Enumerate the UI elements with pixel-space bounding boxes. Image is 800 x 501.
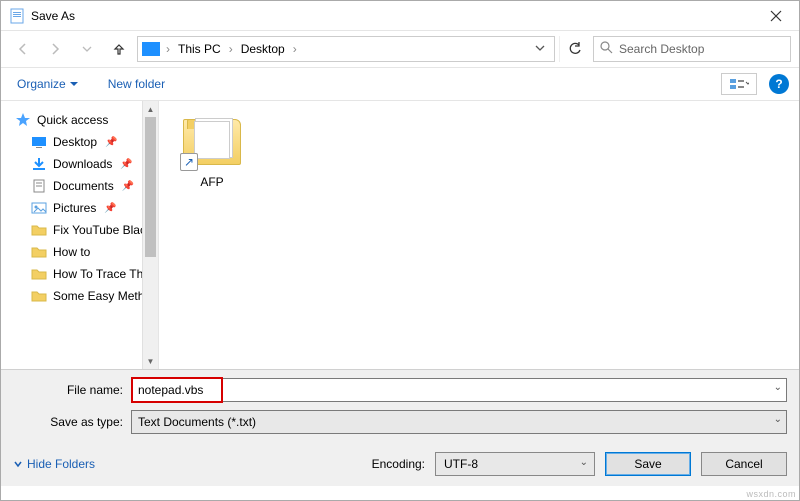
sidebar-item-pictures[interactable]: Pictures📌 [15,197,158,219]
help-button[interactable]: ? [769,74,789,94]
scroll-up[interactable]: ▲ [143,101,158,117]
title-bar: Save As [1,1,799,31]
folder-icon [31,267,47,281]
save-form: File name: notepad.vbs ⌄ Save as type: T… [1,369,799,442]
documents-icon [31,179,47,193]
breadcrumb-desktop[interactable]: Desktop [239,42,287,56]
encoding-value: UTF-8 [444,457,478,471]
up-button[interactable] [105,36,133,62]
pin-icon: 📌 [105,137,117,148]
sidebar-scrollbar[interactable]: ▲ ▼ [142,101,158,369]
scroll-down[interactable]: ▼ [143,353,158,369]
sidebar-item-downloads[interactable]: Downloads📌 [15,153,158,175]
filename-label: File name: [13,383,131,397]
watermark: wsxdn.com [746,489,796,499]
breadcrumb-sep: › [166,42,170,56]
organize-button[interactable]: Organize [11,73,84,95]
refresh-button[interactable] [559,36,589,62]
filename-value: notepad.vbs [138,383,203,397]
shortcut-overlay-icon: ↗ [180,153,198,171]
folder-icon [31,223,47,237]
window-title: Save As [31,9,75,23]
close-button[interactable] [753,1,799,31]
recent-dropdown[interactable] [73,36,101,62]
new-folder-button[interactable]: New folder [102,73,171,95]
breadcrumb-sep: › [229,42,233,56]
file-pane[interactable]: ↗ AFP [159,101,799,369]
pin-icon: 📌 [120,159,132,170]
saveastype-value: Text Documents (*.txt) [138,415,256,429]
star-icon [15,113,31,127]
encoding-combo[interactable]: UTF-8 ⌄ [435,452,595,476]
address-dropdown[interactable] [530,42,550,56]
save-button[interactable]: Save [605,452,691,476]
sidebar-item-folder[interactable]: Some Easy Methods [15,285,158,307]
filename-dropdown-icon[interactable]: ⌄ [774,382,782,393]
saveastype-label: Save as type: [13,415,131,429]
filename-input[interactable]: notepad.vbs ⌄ [131,378,787,402]
toolbar: Organize New folder ? [1,67,799,101]
body: Quick access Desktop📌 Downloads📌 Documen… [1,101,799,369]
encoding-label: Encoding: [372,457,425,471]
breadcrumb-thispc[interactable]: This PC [176,42,223,56]
search-icon [600,41,613,57]
folder-icon-large: ↗ [180,113,244,169]
pin-icon: 📌 [104,203,116,214]
sidebar-item-documents[interactable]: Documents📌 [15,175,158,197]
chevron-down-icon: ⌄ [774,414,782,425]
view-options-button[interactable] [721,73,757,95]
folder-name: AFP [177,175,247,189]
sidebar: Quick access Desktop📌 Downloads📌 Documen… [1,101,159,369]
folder-icon [31,289,47,303]
cancel-button[interactable]: Cancel [701,452,787,476]
scroll-thumb[interactable] [145,117,156,257]
breadcrumb-sep: › [293,42,297,56]
thispc-icon [142,42,160,56]
folder-item[interactable]: ↗ AFP [177,113,247,189]
chevron-down-icon: ⌄ [580,457,588,468]
search-box[interactable]: Search Desktop [593,36,791,62]
sidebar-item-folder[interactable]: Fix YouTube Black [15,219,158,241]
navigation-row: › This PC › Desktop › Search Desktop [1,31,799,67]
sidebar-item-desktop[interactable]: Desktop📌 [15,131,158,153]
forward-button[interactable] [41,36,69,62]
saveastype-combo[interactable]: Text Documents (*.txt) ⌄ [131,410,787,434]
app-icon [9,8,25,24]
footer: Hide Folders Encoding: UTF-8 ⌄ Save Canc… [1,442,799,486]
address-bar[interactable]: › This PC › Desktop › [137,36,555,62]
search-placeholder: Search Desktop [619,42,704,56]
sidebar-item-folder[interactable]: How to [15,241,158,263]
pin-icon: 📌 [122,181,134,192]
pictures-icon [31,201,47,215]
quick-access[interactable]: Quick access [15,109,158,131]
hide-folders-button[interactable]: Hide Folders [13,457,95,471]
desktop-icon [31,135,47,149]
back-button[interactable] [9,36,37,62]
folder-icon [31,245,47,259]
sidebar-item-folder[interactable]: How To Trace The [15,263,158,285]
downloads-icon [31,157,47,171]
